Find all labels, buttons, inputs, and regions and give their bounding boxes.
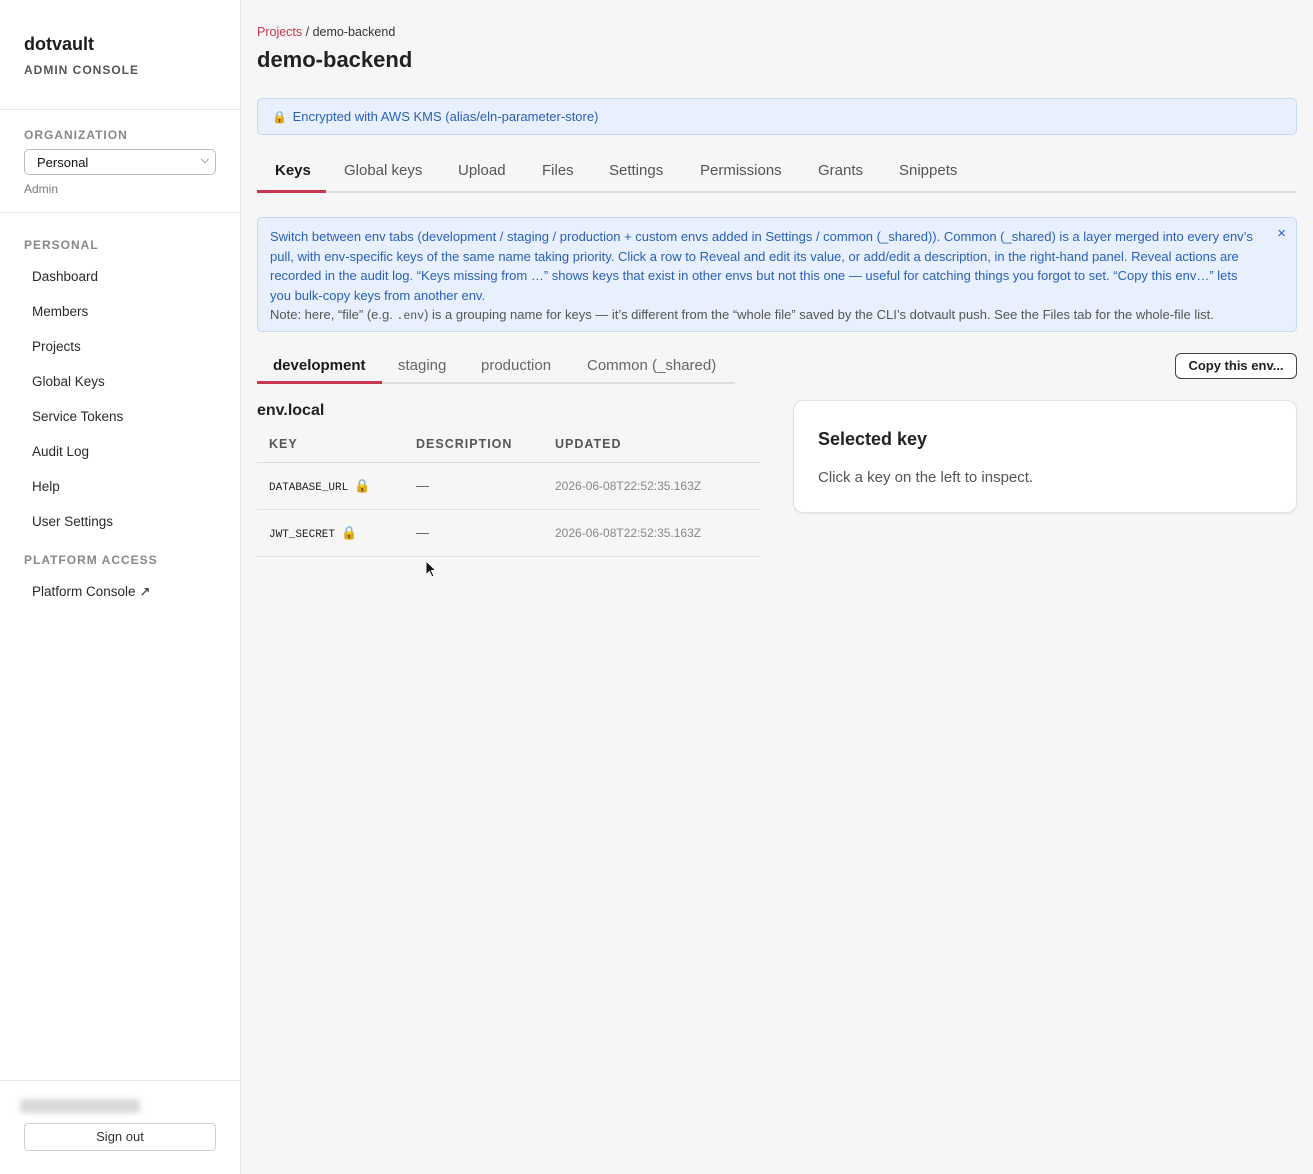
sidebar-item-label: Projects <box>32 339 81 354</box>
project-tabs: Keys Global keys Upload Files Settings P… <box>257 150 1297 193</box>
env-tab-production[interactable]: production <box>481 348 551 374</box>
sidebar-item-label: Help <box>32 479 60 494</box>
env-tab-common-shared[interactable]: Common (_shared) <box>587 348 716 374</box>
sidebar-item-global-keys[interactable]: Global Keys <box>24 372 216 407</box>
keys-table: KEY DESCRIPTION UPDATED DATABASE_URL 🔒 — … <box>257 427 761 557</box>
selected-key-title: Selected key <box>818 429 928 449</box>
sidebar-item-help[interactable]: Help <box>24 477 216 512</box>
updated-cell: 2026-06-08T22:52:35.163Z <box>555 526 702 540</box>
key-cell: DATABASE_URL 🔒 <box>269 479 370 494</box>
column-header-description: DESCRIPTION <box>416 437 513 451</box>
help-box: Switch between env tabs (development / s… <box>257 217 1297 332</box>
sidebar-item-audit-log[interactable]: Audit Log <box>24 442 216 477</box>
sidebar-item-members[interactable]: Members <box>24 302 216 337</box>
lock-icon: 🔒 <box>272 110 287 124</box>
help-note-post: ) is a grouping name for keys — it’s dif… <box>424 307 1214 322</box>
platform-access-label: PLATFORM ACCESS <box>24 553 158 567</box>
brand-name: dotvault <box>24 34 94 54</box>
sidebar-item-label: Global Keys <box>32 374 105 389</box>
kms-banner-text: Encrypted with AWS KMS (alias/eln-parame… <box>292 109 599 124</box>
column-header-key: KEY <box>269 437 298 451</box>
lock-icon: 🔒 <box>341 526 358 541</box>
env-tabs: development staging production Common (_… <box>257 348 735 384</box>
key-cell: JWT_SECRET 🔒 <box>269 526 357 541</box>
sidebar-item-label: Service Tokens <box>32 409 124 424</box>
file-group-title: env.local <box>257 402 325 419</box>
table-row[interactable]: JWT_SECRET 🔒 — 2026-06-08T22:52:35.163Z <box>257 510 761 557</box>
chevron-down-icon: ⌵ <box>200 154 209 166</box>
organization-label: ORGANIZATION <box>24 128 128 142</box>
organization-section: ORGANIZATION Personal ⌵ Admin <box>0 110 240 213</box>
env-tab-staging[interactable]: staging <box>398 348 446 374</box>
user-email-redacted <box>20 1099 140 1113</box>
sign-out-button[interactable]: Sign out <box>24 1123 216 1151</box>
tab-grants[interactable]: Grants <box>818 150 863 193</box>
kms-banner: 🔒 Encrypted with AWS KMS (alias/eln-para… <box>257 98 1297 135</box>
help-text: Switch between env tabs (development / s… <box>270 229 1253 303</box>
copy-env-button[interactable]: Copy this env... <box>1175 353 1297 379</box>
sidebar-footer: Sign out <box>0 1080 240 1174</box>
tab-snippets[interactable]: Snippets <box>899 150 957 193</box>
sidebar: dotvault ADMIN CONSOLE ORGANIZATION Pers… <box>0 0 241 1174</box>
breadcrumb-current: demo-backend <box>312 25 396 39</box>
column-header-updated: UPDATED <box>555 437 622 451</box>
personal-label: PERSONAL <box>24 238 99 252</box>
tab-keys[interactable]: Keys <box>275 150 311 193</box>
key-name: DATABASE_URL <box>269 482 349 494</box>
brand-subtitle: ADMIN CONSOLE <box>24 63 139 77</box>
organization-role: Admin <box>24 182 59 196</box>
description-cell: — <box>416 525 429 540</box>
tab-permissions[interactable]: Permissions <box>700 150 782 193</box>
updated-cell: 2026-06-08T22:52:35.163Z <box>555 479 702 493</box>
active-env-indicator <box>257 381 382 384</box>
brand: dotvault ADMIN CONSOLE <box>0 0 240 110</box>
sidebar-item-service-tokens[interactable]: Service Tokens <box>24 407 216 442</box>
sidebar-item-label: Platform Console ↗ <box>32 584 151 599</box>
selected-key-hint: Click a key on the left to inspect. <box>818 469 1034 486</box>
tab-settings[interactable]: Settings <box>609 150 663 193</box>
organization-select-value: Personal <box>37 155 89 170</box>
mouse-cursor-icon <box>425 560 437 578</box>
sidebar-item-user-settings[interactable]: User Settings <box>24 512 216 547</box>
lock-icon: 🔒 <box>354 479 371 494</box>
sidebar-item-label: Members <box>32 304 89 319</box>
sidebar-item-label: Audit Log <box>32 444 90 459</box>
help-note: Note: here, “file” (e.g. .env) is a grou… <box>270 305 1262 327</box>
table-header: KEY DESCRIPTION UPDATED <box>257 427 761 463</box>
sidebar-item-dashboard[interactable]: Dashboard <box>24 267 216 302</box>
close-icon[interactable]: × <box>1277 224 1286 244</box>
sidebar-item-label: User Settings <box>32 514 114 529</box>
page-title: demo-backend <box>257 47 413 72</box>
help-note-pre: Note: here, “file” (e.g. <box>270 307 397 322</box>
help-note-code: .env <box>396 310 425 323</box>
table-row[interactable]: DATABASE_URL 🔒 — 2026-06-08T22:52:35.163Z <box>257 463 761 510</box>
breadcrumb-projects-link[interactable]: Projects <box>257 25 302 39</box>
description-cell: — <box>416 478 429 493</box>
selected-key-panel: Selected key Click a key on the left to … <box>793 400 1297 513</box>
tab-global-keys[interactable]: Global keys <box>344 150 422 193</box>
breadcrumb-separator: / <box>302 25 313 39</box>
tab-upload[interactable]: Upload <box>458 150 506 193</box>
active-tab-indicator <box>257 190 326 193</box>
key-name: JWT_SECRET <box>269 529 336 541</box>
sidebar-item-projects[interactable]: Projects <box>24 337 216 372</box>
breadcrumb: Projects / demo-backend <box>257 25 395 39</box>
sidebar-item-platform-console[interactable]: Platform Console ↗ <box>24 582 216 617</box>
sidebar-item-label: Dashboard <box>32 269 99 284</box>
tab-files[interactable]: Files <box>542 150 574 193</box>
organization-select[interactable]: Personal ⌵ <box>24 149 216 175</box>
sidebar-nav: PERSONAL Dashboard Members Projects Glob… <box>0 213 240 617</box>
env-tab-development[interactable]: development <box>273 348 366 374</box>
